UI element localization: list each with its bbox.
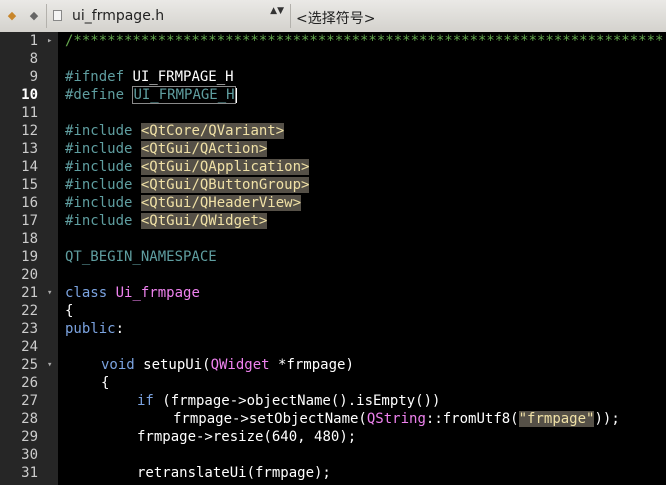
preprocessor-keyword: #include <box>65 213 133 229</box>
code-line-current: #define UI_FRMPAGE_H <box>65 86 237 104</box>
back-arrow-icon[interactable]: ◆ <box>3 6 21 26</box>
number-literal: 480 <box>314 429 340 445</box>
keyword: if <box>137 393 154 409</box>
include-path: <QtCore/QVariant> <box>140 123 285 139</box>
code-line: retranslateUi(frmpage); <box>137 465 331 481</box>
code-line: public: <box>65 320 124 338</box>
text-cursor <box>235 87 237 103</box>
call: frmpage->resize( <box>137 429 272 445</box>
preprocessor-keyword: #include <box>65 141 133 157</box>
toolbar-separator <box>290 4 291 28</box>
include-path: <QtGui/QButtonGroup> <box>140 177 310 193</box>
code-line: #include <QtGui/QAction> <box>65 140 268 158</box>
class-name: Ui_frmpage <box>115 285 200 301</box>
code-line: frmpage->resize(640, 480); <box>137 428 356 446</box>
combo-arrows-icon: ▲▼ <box>270 6 284 16</box>
preprocessor-keyword: #include <box>65 123 133 139</box>
preprocessor-keyword: #define <box>65 87 125 103</box>
code-line: if (frmpage->objectName().isEmpty()) <box>137 392 440 410</box>
selected-macro-name: UI_FRMPAGE_H <box>132 86 236 104</box>
string-literal: "frmpage" <box>518 411 595 427</box>
preprocessor-keyword: #ifndef <box>65 69 125 85</box>
forward-arrow-icon[interactable]: ◆ <box>25 6 43 26</box>
keyword: public <box>65 321 116 337</box>
type-name: QString <box>366 411 426 427</box>
call: frmpage->setObjectName( <box>173 411 367 427</box>
symbol-selector-label: <选择符号> <box>296 11 376 27</box>
include-path: <QtGui/QHeaderView> <box>140 195 302 211</box>
code-line: frmpage->setObjectName(QString::fromUtf8… <box>173 410 620 428</box>
condition: (frmpage->objectName().isEmpty()) <box>153 393 441 409</box>
type-name: QWidget <box>210 357 270 373</box>
keyword: class <box>65 285 108 301</box>
preprocessor-keyword: #include <box>65 159 133 175</box>
punctuation: ); <box>339 429 357 445</box>
include-path: <QtGui/QWidget> <box>140 213 268 229</box>
file-icon <box>53 10 62 21</box>
code-editor[interactable]: 1 ▸ 8 9 10 11 12 13 14 15 16 17 18 19 20… <box>0 32 666 485</box>
preprocessor-keyword: #include <box>65 195 133 211</box>
code-line: #include <QtGui/QWidget> <box>65 212 268 230</box>
symbol-selector-combo[interactable]: <选择符号> <box>292 4 666 28</box>
include-path: <QtGui/QAction> <box>140 141 268 157</box>
include-path: <QtGui/QApplication> <box>140 159 310 175</box>
code-line: #include <QtGui/QHeaderView> <box>65 194 302 212</box>
parameter: *frmpage) <box>269 357 354 373</box>
function-name: setupUi( <box>134 357 211 373</box>
current-file-name: ui_frmpage.h <box>72 8 165 24</box>
code-text-area[interactable]: /***************************************… <box>0 32 666 485</box>
code-line: #include <QtGui/QButtonGroup> <box>65 176 310 194</box>
editor-toolbar: ◆ ◆ ui_frmpage.h ▲▼ <选择符号> <box>0 0 666 33</box>
punctuation: , <box>297 429 315 445</box>
open-documents-combo[interactable]: ui_frmpage.h ▲▼ <box>48 4 288 28</box>
number-literal: 640 <box>271 429 298 445</box>
call: ::fromUtf8( <box>425 411 519 427</box>
code-line: void setupUi(QWidget *frmpage) <box>101 356 354 374</box>
code-line: class Ui_frmpage <box>65 284 200 302</box>
macro-name: UI_FRMPAGE_H <box>124 69 234 85</box>
code-line: #include <QtCore/QVariant> <box>65 122 285 140</box>
code-line: #ifndef UI_FRMPAGE_H <box>65 68 234 86</box>
keyword: void <box>101 357 135 373</box>
preprocessor-keyword: #include <box>65 177 133 193</box>
code-line: { <box>65 303 74 319</box>
code-line: { <box>101 375 110 391</box>
comment-line: /***************************************… <box>65 33 664 49</box>
toolbar-separator <box>46 4 47 28</box>
code-line: #include <QtGui/QApplication> <box>65 158 310 176</box>
punctuation: : <box>115 321 125 337</box>
code-line: QT_BEGIN_NAMESPACE <box>65 249 217 265</box>
punctuation: )); <box>594 411 620 427</box>
